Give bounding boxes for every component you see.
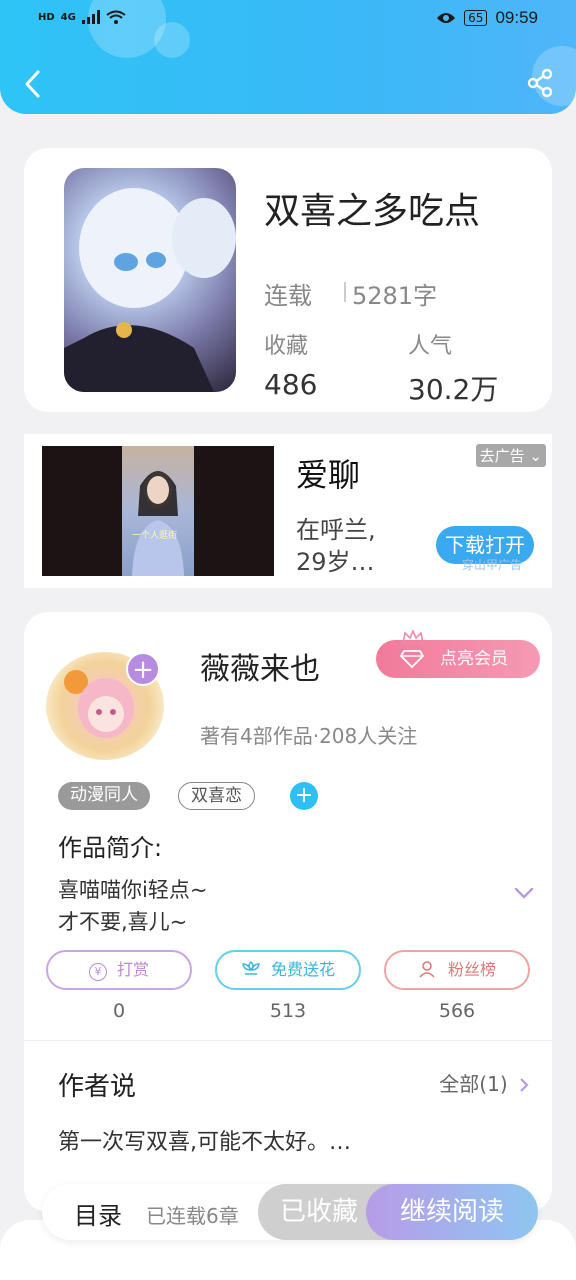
serial-status: 连载 [264,282,312,310]
divider [344,282,346,302]
share-icon[interactable] [526,68,554,98]
author-say-title: 作者说 [58,1072,137,1102]
ad-desc-line: 29岁… [296,548,375,576]
user-icon [419,961,435,978]
fan-rank-button[interactable]: 粉丝榜 [384,950,530,990]
popularity-label: 人气 [408,334,453,359]
intro-line: 才不要,喜儿~ [58,910,188,934]
chevron-right-icon [520,1078,529,1092]
ad-title: 爱聊 [296,456,361,494]
flower-icon [242,960,260,975]
continue-reading-button[interactable]: 继续阅读 [366,1184,538,1240]
ad-desc-line: 在呼兰, [296,516,376,544]
author-say-all-label: 全部(1) [439,1072,508,1096]
wifi-icon [106,10,126,24]
ad-image[interactable]: 一个人逛街 [42,446,274,576]
book-title: 双喜之多吃点 [264,191,481,232]
favorites-label: 收藏 [264,334,309,359]
intro-line: 喜喵喵你i轻点~ [58,878,208,902]
popularity-value: 30.2万 [408,373,499,406]
diamond-icon [400,650,424,669]
cover-illustration [64,188,236,392]
hd-indicator: HD [38,11,55,23]
tag-chip[interactable]: 双喜恋 [178,782,255,810]
vip-button[interactable]: 点亮会员 [376,630,540,678]
toc-button[interactable]: 目录 [74,1196,122,1231]
book-info-card: 双喜之多吃点 连载 5281字 收藏 人气 486 30.2万 [24,148,552,412]
vip-button-label: 点亮会员 [440,649,508,669]
ad-caption: 一个人逛街 [132,531,178,541]
eye-icon [437,13,456,23]
tag-chip[interactable]: 动漫同人 [58,782,150,810]
ad-banner[interactable]: 一个人逛街 爱聊 在呼兰, 29岁… 去广告 ⌄ 下载打开 穿山甲广告 [24,434,552,588]
author-say-all-link[interactable]: 全部(1) [439,1068,530,1097]
ad-description: 在呼兰, 29岁… [296,514,436,578]
ad-photo: 一个人逛街 [122,446,194,576]
intro-text: 喜喵喵你i轻点~ 才不要,喜儿~ [58,874,207,938]
clock: 09:59 [495,8,538,27]
author-stats: 著有4部作品·208人关注 [200,724,418,748]
tip-count: 0 [112,1000,126,1022]
ad-source: 穿山甲广告 [461,558,522,572]
fan-rank-label: 粉丝榜 [447,960,496,979]
back-icon[interactable] [18,66,48,102]
author-card: + 薇薇来也 点亮会员 著有4部作品·208人关注 动漫同人 双喜恋 + 作品简… [24,612,552,1212]
fan-count: 566 [438,1000,476,1022]
author-name: 薇薇来也 [200,652,320,687]
battery-indicator: 65 [464,10,488,26]
header: HD 4G 65 09:59 [0,0,576,114]
add-tag-icon[interactable]: + [290,782,318,810]
chevron-down-icon[interactable] [514,886,534,900]
word-count: 5281字 [352,282,438,310]
chapter-count[interactable]: 已连载6章 [146,1200,239,1229]
author-say-text[interactable]: 第一次写双喜,可能不太好。… [58,1124,351,1156]
status-bar: HD 4G 65 09:59 [0,6,576,34]
flower-label: 免费送花 [270,960,335,979]
tip-label: 打赏 [116,960,149,979]
flower-count: 513 [269,1000,307,1022]
chevron-down-icon: ⌄ [529,447,542,465]
bottom-action-bar: 目录 已连载6章 已收藏 继续阅读 [42,1184,538,1240]
network-indicator: 4G [60,11,76,23]
remove-ad-button[interactable]: 去广告 ⌄ [475,444,546,467]
yen-icon: ¥ [88,963,107,981]
send-flower-button[interactable]: 免费送花 [215,950,361,990]
favorites-value: 486 [264,368,318,401]
divider [24,1040,552,1041]
crown-icon [402,630,424,644]
tip-button[interactable]: ¥ 打赏 [46,950,192,990]
book-cover[interactable] [64,168,236,392]
remove-ad-label: 去广告 [479,447,525,465]
follow-plus-icon[interactable]: + [126,652,160,686]
intro-title: 作品简介: [58,834,163,862]
signal-icon [81,10,100,24]
